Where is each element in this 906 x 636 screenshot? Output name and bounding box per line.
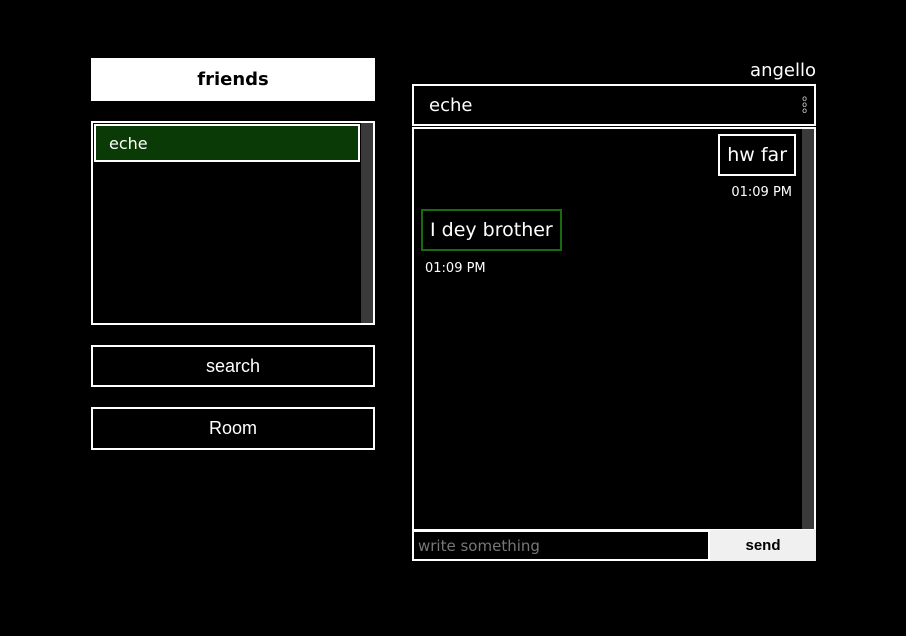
chat-contact-name: eche [429,94,473,116]
friend-item-eche[interactable]: eche [94,124,360,162]
message-time: 01:09 PM [731,185,792,200]
room-button[interactable]: Room [91,407,375,450]
message-time: 01:09 PM [425,261,486,276]
message-input[interactable] [412,530,710,561]
friends-list-scrollbar[interactable] [361,123,373,323]
friends-list: eche [91,121,375,325]
chat-header: eche ooo [412,84,816,126]
search-button[interactable]: search [91,345,375,387]
vertical-dots-icon[interactable]: ooo [802,95,807,115]
messages-scrollbar[interactable] [802,129,814,529]
username: angello [750,60,816,81]
message-outgoing: hw far [718,134,796,176]
message-incoming: I dey brother [421,209,562,251]
messages-area: hw far 01:09 PM I dey brother 01:09 PM [412,127,816,531]
friends-header: friends [91,58,375,101]
send-button[interactable]: send [710,530,816,561]
